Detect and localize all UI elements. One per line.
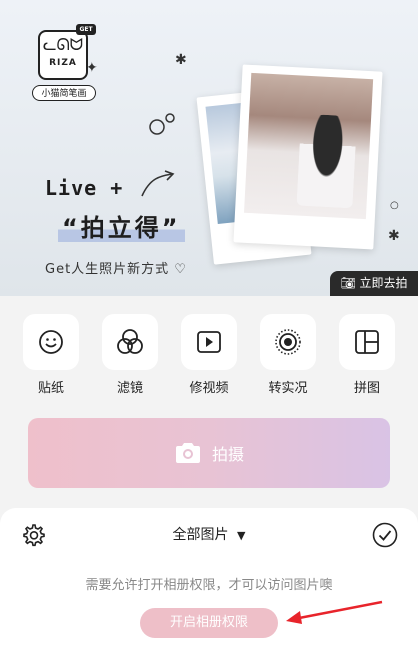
camera-icon <box>175 443 200 463</box>
asterisk-icon: ✱ <box>175 52 187 68</box>
doodle-arrow-icon <box>141 170 175 197</box>
tool-label: 拼图 <box>353 381 380 396</box>
camera-icon: 📷︎ <box>340 276 356 290</box>
logo: ᓚᘏᗢ RIZA <box>38 30 88 80</box>
headline-polaroid: “拍立得” <box>58 208 185 243</box>
filter-circles-icon <box>102 314 158 370</box>
cat-face-icon: ᓚᘏᗢ <box>42 35 84 54</box>
sparkle-icon: ✦ <box>86 60 98 76</box>
enable-album-permission-button[interactable]: 开启相册权限 <box>140 608 278 638</box>
caret-down-icon: ▼ <box>236 529 246 542</box>
logo-caption: 小猫简笔画 <box>32 85 96 101</box>
tool-label: 修视频 <box>189 381 229 396</box>
tool-label: 滤镜 <box>116 381 143 396</box>
tool-row: 贴纸 滤镜 修视频 转实况 拼图 <box>0 314 418 398</box>
tool-label: 转实况 <box>268 381 308 396</box>
logo-text: RIZA <box>49 58 77 68</box>
collage-grid-icon <box>339 314 395 370</box>
promo-banner[interactable]: ᓚᘏᗢ RIZA GET 小猫简笔画 ✦ ✱ ○ ✱ Live + “拍立得” … <box>0 0 418 296</box>
smiley-sticker-icon <box>23 314 79 370</box>
tool-label: 贴纸 <box>37 381 64 396</box>
album-dropdown[interactable]: 全部图片 ▼ <box>0 524 418 544</box>
shoot-now-badge[interactable]: 📷︎ 立即去拍 <box>330 271 418 296</box>
doodle-circles-icon <box>149 113 175 135</box>
annotation-arrow-icon <box>286 600 383 624</box>
headline-live: Live + <box>45 176 124 200</box>
tool-edit-video[interactable]: 修视频 <box>179 314 239 396</box>
album-dropdown-label: 全部图片 <box>172 527 229 543</box>
slogan: Get人生照片新方式 ♡ <box>45 262 187 277</box>
shoot-button-label: 拍摄 <box>211 445 244 464</box>
polaroid-photo-front <box>233 64 383 250</box>
check-circle-icon[interactable] <box>372 522 398 548</box>
video-play-icon <box>181 314 237 370</box>
sparkle-icon: ○ <box>390 200 399 211</box>
tool-filter[interactable]: 滤镜 <box>100 314 160 396</box>
shoot-button[interactable]: 拍摄 <box>28 418 390 488</box>
logo-badge: GET <box>76 24 96 35</box>
person-image <box>296 113 358 209</box>
asterisk-icon: ✱ <box>388 228 400 244</box>
permission-message: 需要允许打开相册权限，才可以访问图片噢 <box>85 578 333 593</box>
tool-live-photo[interactable]: 转实况 <box>258 314 318 396</box>
tool-sticker[interactable]: 贴纸 <box>21 314 81 396</box>
tool-collage[interactable]: 拼图 <box>337 314 397 396</box>
album-sheet: 全部图片 ▼ 需要允许打开相册权限，才可以访问图片噢 开启相册权限 <box>0 508 418 658</box>
live-photo-icon <box>260 314 316 370</box>
